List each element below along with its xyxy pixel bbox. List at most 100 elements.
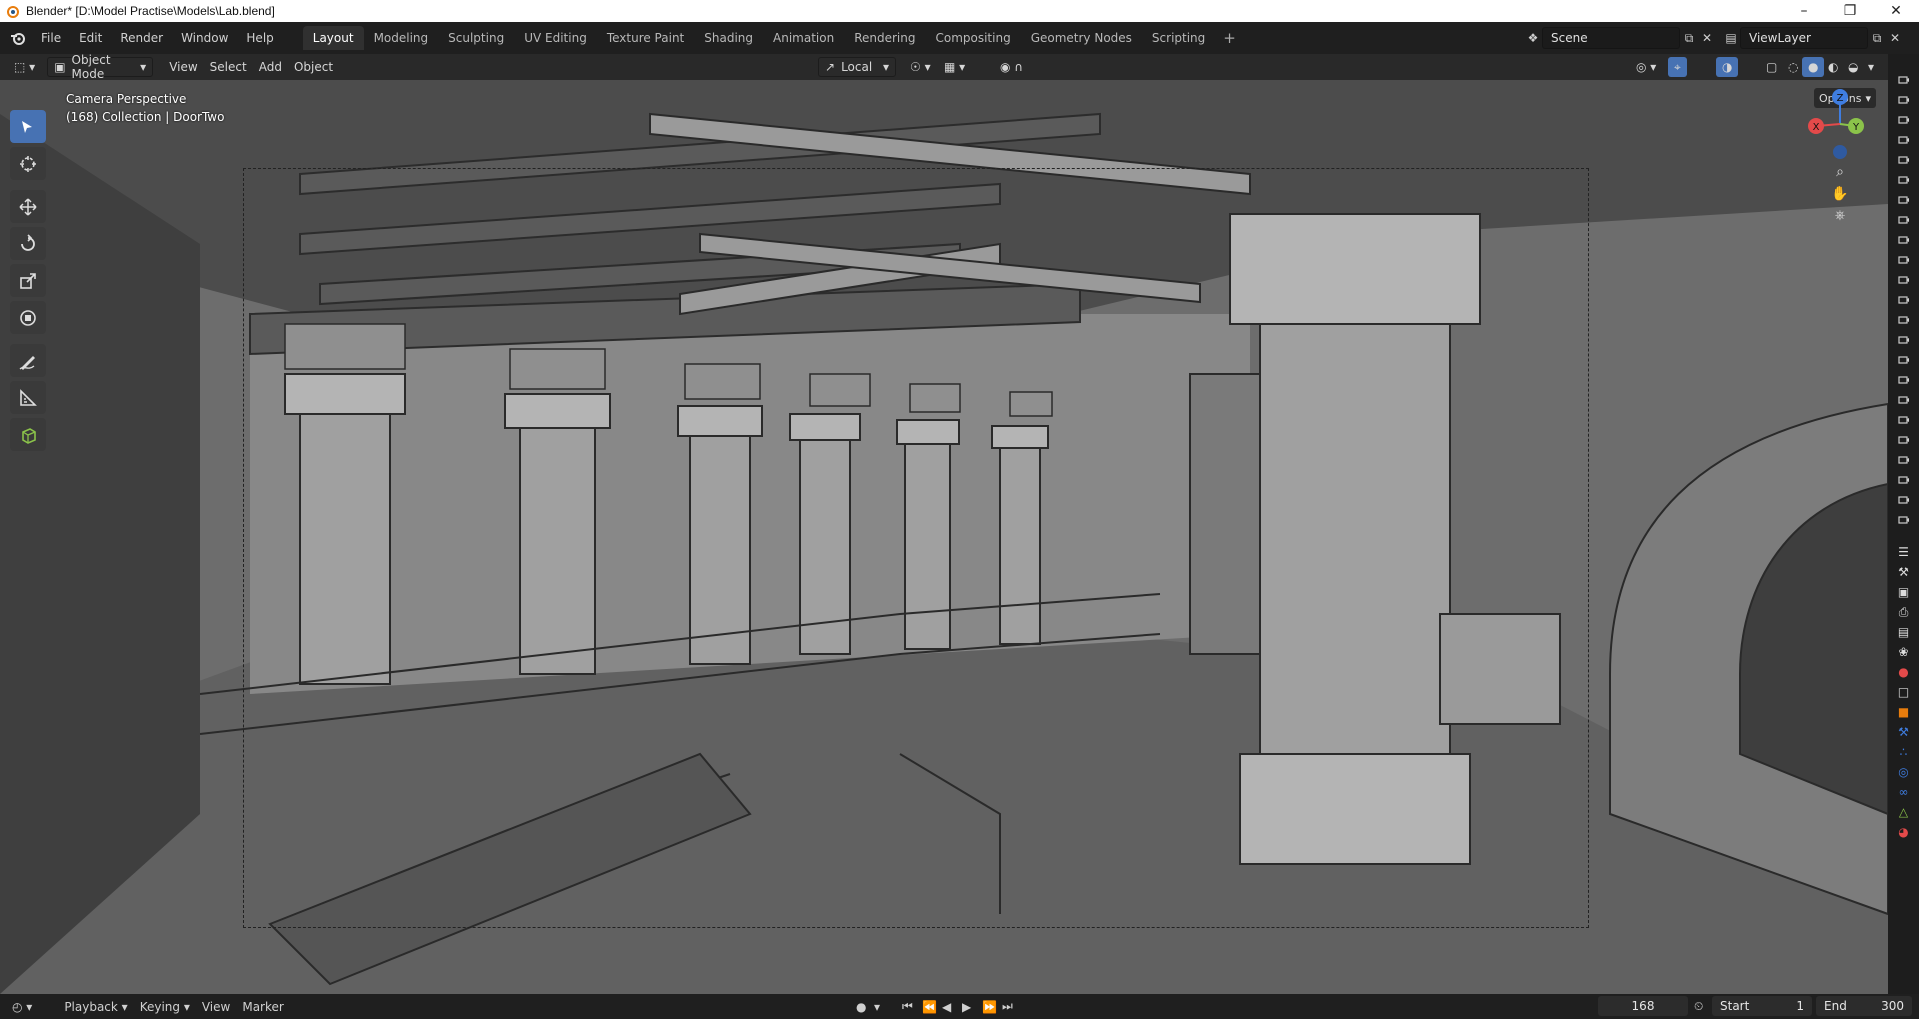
scene-properties-icon[interactable]: ❀ — [1888, 642, 1919, 662]
xray-icon[interactable]: ▢ — [1760, 57, 1783, 77]
keyframe-options-icon[interactable]: ▾ — [868, 997, 886, 1017]
timeline-editor-icon[interactable]: ◴ ▾ — [6, 997, 38, 1017]
particles-properties-icon[interactable]: ∴ — [1888, 742, 1919, 762]
view-layer-icon[interactable]: ▤ — [1722, 29, 1740, 47]
transform-orientation-dropdown[interactable]: ↗ Local ▾ — [818, 57, 896, 77]
play-reverse-icon[interactable]: ◀ — [936, 997, 957, 1017]
editor-type-icon[interactable]: ⬚ ▾ — [8, 57, 41, 77]
move-icon[interactable] — [10, 190, 46, 223]
end-frame-field[interactable]: End 300 — [1816, 996, 1912, 1016]
camera-icon[interactable] — [1888, 90, 1919, 110]
keying-menu[interactable]: Keying ▾ — [134, 997, 196, 1017]
tab-geometry-nodes[interactable]: Geometry Nodes — [1021, 26, 1142, 50]
view-layer-field[interactable]: ViewLayer — [1740, 27, 1868, 49]
overlay-toggle-icon[interactable]: ◑ — [1716, 57, 1739, 77]
tab-sculpting[interactable]: Sculpting — [438, 26, 514, 50]
playback-menu[interactable]: Playback ▾ — [58, 997, 133, 1017]
tab-animation[interactable]: Animation — [763, 26, 844, 50]
mode-dropdown[interactable]: ▣ Object Mode ▾ — [47, 54, 154, 81]
annotate-icon[interactable] — [10, 344, 46, 377]
camera-icon[interactable] — [1888, 270, 1919, 290]
menu-edit[interactable]: Edit — [70, 27, 111, 49]
shading-options-icon[interactable]: ▾ — [1862, 57, 1880, 77]
pivot-icon[interactable]: ☉ ▾ — [904, 57, 937, 77]
view-layer-properties-icon[interactable]: ▤ — [1888, 622, 1919, 642]
world-properties-icon[interactable]: ● — [1888, 662, 1919, 682]
constraints-properties-icon[interactable]: ∞ — [1888, 782, 1919, 802]
camera-icon[interactable] — [1888, 250, 1919, 270]
tool-properties-icon[interactable]: ☰ — [1888, 542, 1919, 562]
current-frame-field[interactable]: 168 — [1598, 996, 1688, 1016]
modifier-properties-icon[interactable]: ⚒ — [1888, 722, 1919, 742]
camera-icon[interactable] — [1888, 130, 1919, 150]
camera-icon[interactable] — [1888, 370, 1919, 390]
camera-icon[interactable] — [1888, 290, 1919, 310]
render-properties-icon[interactable]: ▣ — [1888, 582, 1919, 602]
menu-window[interactable]: Window — [172, 27, 237, 49]
add-workspace-icon[interactable]: + — [1215, 29, 1244, 47]
marker-menu[interactable]: Marker — [236, 997, 289, 1017]
blender-menu-icon[interactable] — [4, 26, 32, 50]
output-properties-icon[interactable]: ⎙ — [1888, 602, 1919, 622]
viewport-3d[interactable]: ⬚ ▾ ▣ Object Mode ▾ View Select Add Obje… — [0, 54, 1888, 994]
start-frame-field[interactable]: Start 1 — [1712, 996, 1812, 1016]
add-menu[interactable]: Add — [253, 57, 288, 77]
tab-rendering[interactable]: Rendering — [844, 26, 925, 50]
gizmo-toggle-icon[interactable]: ⌖ — [1668, 57, 1687, 77]
camera-icon[interactable] — [1888, 110, 1919, 130]
menu-render[interactable]: Render — [111, 27, 172, 49]
play-icon[interactable]: ▶ — [956, 997, 977, 1017]
camera-icon[interactable] — [1888, 190, 1919, 210]
data-properties-icon[interactable]: △ — [1888, 802, 1919, 822]
auto-keying-clock-icon[interactable]: ⏲ — [1688, 997, 1709, 1017]
visibility-icon[interactable]: ◎ ▾ — [1630, 57, 1662, 77]
physics-properties-icon[interactable]: ◎ — [1888, 762, 1919, 782]
camera-icon[interactable] — [1888, 170, 1919, 190]
select-box-icon[interactable] — [10, 110, 46, 143]
menu-help[interactable]: Help — [237, 27, 282, 49]
select-menu[interactable]: Select — [204, 57, 253, 77]
minimize-icon[interactable]: – — [1781, 0, 1827, 22]
menu-file[interactable]: File — [32, 27, 70, 49]
camera-icon[interactable] — [1888, 390, 1919, 410]
camera-icon[interactable] — [1888, 310, 1919, 330]
tab-shading[interactable]: Shading — [694, 26, 763, 50]
camera-icon[interactable] — [1888, 70, 1919, 90]
camera-icon[interactable] — [1888, 210, 1919, 230]
material-properties-icon[interactable]: ◕ — [1888, 822, 1919, 842]
view-menu[interactable]: View — [163, 57, 203, 77]
camera-icon[interactable] — [1888, 410, 1919, 430]
scene-new-icon[interactable]: ⧉ — [1680, 29, 1698, 47]
navigation-gizmo[interactable]: Z X Y ⌕ ✋ ⎈ — [1795, 84, 1885, 224]
cursor-icon[interactable] — [10, 147, 46, 180]
view-layer-remove-icon[interactable]: ✕ — [1886, 29, 1904, 47]
scene-icon[interactable]: ❖ — [1524, 29, 1542, 47]
camera-icon[interactable] — [1888, 230, 1919, 250]
scene-remove-icon[interactable]: ✕ — [1698, 29, 1716, 47]
tab-modeling[interactable]: Modeling — [364, 26, 439, 50]
measure-icon[interactable] — [10, 381, 46, 414]
close-icon[interactable]: ✕ — [1873, 0, 1919, 22]
scene-field[interactable]: Scene — [1542, 27, 1680, 49]
tab-compositing[interactable]: Compositing — [925, 26, 1020, 50]
object-menu[interactable]: Object — [288, 57, 339, 77]
view-layer-new-icon[interactable]: ⧉ — [1868, 29, 1886, 47]
camera-icon[interactable] — [1888, 470, 1919, 490]
tool-icon[interactable]: ⚒ — [1888, 562, 1919, 582]
camera-icon[interactable] — [1888, 490, 1919, 510]
rotate-icon[interactable] — [10, 227, 46, 260]
camera-icon[interactable] — [1888, 430, 1919, 450]
pan-hand-icon[interactable]: ✋ — [1825, 184, 1855, 204]
zoom-icon[interactable]: ⌕ — [1825, 162, 1855, 182]
tab-layout[interactable]: Layout — [302, 26, 364, 50]
camera-icon[interactable] — [1888, 450, 1919, 470]
axis-neg-z-handle[interactable] — [1833, 145, 1847, 159]
collection-properties-icon[interactable]: □ — [1888, 682, 1919, 702]
restore-icon[interactable]: ❐ — [1827, 0, 1873, 22]
add-cube-icon[interactable] — [10, 418, 46, 451]
jump-end-icon[interactable]: ⏭ — [996, 997, 1019, 1017]
transform-icon[interactable] — [10, 301, 46, 334]
tab-uv-editing[interactable]: UV Editing — [514, 26, 597, 50]
tab-scripting[interactable]: Scripting — [1142, 26, 1215, 50]
object-properties-icon[interactable]: ■ — [1888, 702, 1919, 722]
